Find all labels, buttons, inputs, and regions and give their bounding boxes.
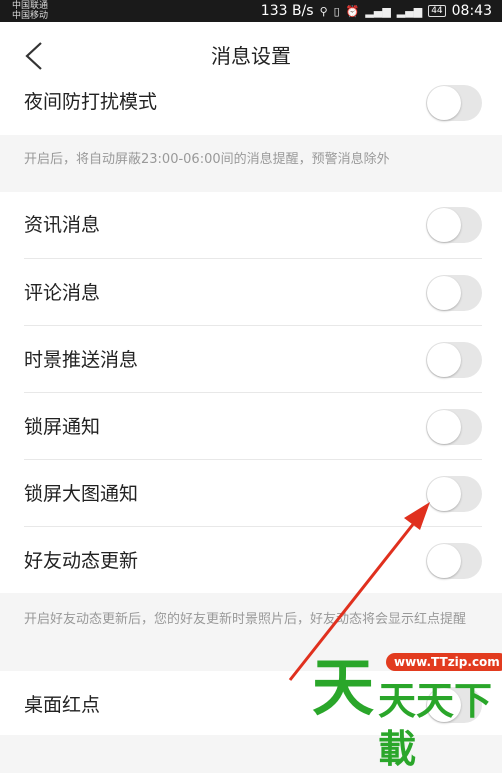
setting-row-lock-notify[interactable]: 锁屏通知 bbox=[0, 393, 502, 460]
alarm-icon: ⏰ bbox=[345, 4, 360, 18]
setting-row-dnd[interactable]: 夜间防打扰模式 bbox=[0, 85, 502, 135]
toggle-knob bbox=[427, 544, 461, 578]
toggle-knob bbox=[427, 410, 461, 444]
toggle-knob bbox=[427, 276, 461, 310]
toggle-knob bbox=[427, 477, 461, 511]
note-friends-text: 开启好友动态更新后，您的好友更新时景照片后，好友动态将会显示红点提醒 bbox=[24, 612, 467, 627]
page-title: 消息设置 bbox=[211, 44, 291, 68]
setting-row-friends[interactable]: 好友动态更新 bbox=[0, 527, 502, 593]
setting-label-dnd: 夜间防打扰模式 bbox=[24, 91, 158, 113]
setting-label-desktop-badge: 桌面红点 bbox=[24, 694, 101, 716]
toggle-comments[interactable] bbox=[426, 275, 482, 311]
note-dnd: 开启后，将自动屏蔽23:00-06:00间的消息提醒，预警消息除外 bbox=[0, 135, 502, 192]
toggle-knob bbox=[427, 86, 461, 120]
setting-row-push[interactable]: 时景推送消息 bbox=[0, 326, 502, 393]
signal-4g-icon: ▂▄▆ bbox=[365, 4, 391, 18]
location-icon: ⚲ bbox=[319, 4, 328, 18]
setting-label-news: 资讯消息 bbox=[24, 214, 101, 236]
setting-label-lock-notify: 锁屏通知 bbox=[24, 416, 101, 438]
setting-row-news[interactable]: 资讯消息 bbox=[0, 192, 502, 259]
toggle-knob bbox=[427, 208, 461, 242]
setting-label-friends: 好友动态更新 bbox=[24, 550, 139, 572]
setting-row-comments[interactable]: 评论消息 bbox=[0, 259, 502, 326]
toggle-push[interactable] bbox=[426, 342, 482, 378]
carrier-info: 中国联通 中国移动 bbox=[12, 1, 48, 21]
setting-label-push: 时景推送消息 bbox=[24, 349, 139, 371]
status-bar: 中国联通 中国移动 133 B/s ⚲ ▯ ⏰ ▂▄▆ ▂▄▆ 44 08:43 bbox=[0, 0, 502, 22]
watermark-logo-icon: 天 bbox=[312, 651, 375, 724]
toggle-dnd[interactable] bbox=[426, 85, 482, 121]
battery-icon: 44 bbox=[428, 5, 446, 17]
signal-2g-icon: ▂▄▆ bbox=[396, 4, 423, 18]
watermark-url: www.TTzip.com bbox=[386, 653, 502, 671]
setting-label-comments: 评论消息 bbox=[24, 282, 101, 304]
setting-label-lock-big: 锁屏大图通知 bbox=[24, 483, 139, 505]
toggle-news[interactable] bbox=[426, 207, 482, 243]
watermark: 天 www.TTzip.com 天天下載 bbox=[312, 645, 502, 771]
toggle-friends[interactable] bbox=[426, 543, 482, 579]
watermark-text: 天天下載 bbox=[378, 678, 493, 771]
carrier-1: 中国联通 bbox=[12, 1, 49, 11]
carrier-2: 中国移动 bbox=[12, 11, 49, 21]
toggle-lock-notify[interactable] bbox=[426, 409, 482, 445]
vibrate-icon: ▯ bbox=[333, 4, 340, 18]
setting-row-lock-big[interactable]: 锁屏大图通知 bbox=[0, 460, 502, 527]
status-right: 133 B/s ⚲ ▯ ⏰ ▂▄▆ ▂▄▆ 44 08:43 bbox=[261, 0, 492, 22]
toggle-lock-big[interactable] bbox=[426, 476, 482, 512]
network-speed: 133 B/s bbox=[260, 3, 314, 19]
note-dnd-text: 开启后，将自动屏蔽23:00-06:00间的消息提醒，预警消息除外 bbox=[24, 152, 390, 167]
title-bar: 消息设置 bbox=[0, 22, 502, 90]
toggle-knob bbox=[427, 343, 461, 377]
clock: 08:43 bbox=[451, 3, 492, 19]
